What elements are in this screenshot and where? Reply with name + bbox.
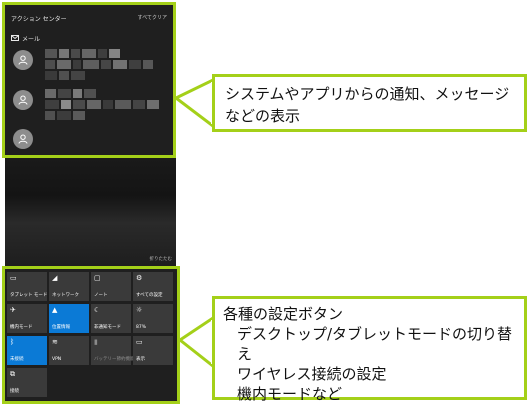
- callout-notifications: システムやアプリからの通知、メッセージなどの表示: [212, 74, 527, 132]
- callout-notifications-text: システムやアプリからの通知、メッセージなどの表示: [225, 85, 510, 125]
- callout-settings-item: ワイヤレス接続の設定: [237, 365, 387, 383]
- callout-settings-item: 機内モードなど: [237, 385, 343, 403]
- callout-settings-title: 各種の設定ボタン: [223, 305, 344, 323]
- callout-settings-item: デスクトップ/タブレットモードの切り替え: [237, 325, 513, 363]
- callout-settings: 各種の設定ボタン デスクトップ/タブレットモードの切り替え ワイヤレス接続の設定…: [212, 296, 527, 403]
